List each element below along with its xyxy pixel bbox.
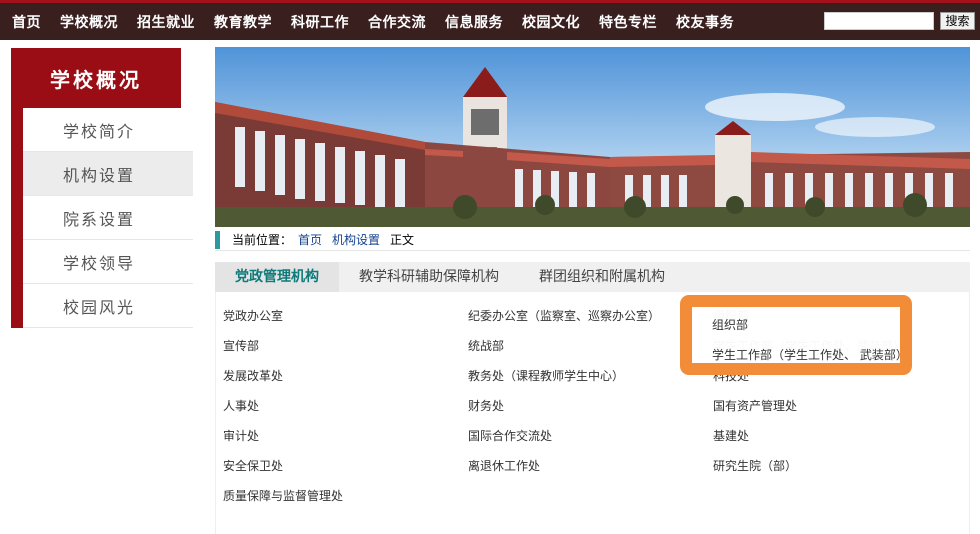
nav-item-home[interactable]: 首页 — [0, 12, 41, 32]
sidebar-menu: 学校简介 机构设置 院系设置 学校领导 校园风光 — [23, 108, 193, 328]
top-nav-bar: 首页 学校概况 招生就业 教育教学 科研工作 合作交流 信息服务 校园文化 特色… — [0, 0, 980, 40]
breadcrumb-marker — [215, 230, 220, 249]
unit-link[interactable]: 财务处 — [468, 396, 713, 426]
main-nav: 首页 学校概况 招生就业 教育教学 科研工作 合作交流 信息服务 校园文化 特色… — [0, 3, 741, 40]
unit-row: 安全保卫处 离退休工作处 研究生院（部） — [223, 456, 968, 486]
unit-link[interactable]: 审计处 — [223, 426, 468, 456]
unit-link[interactable] — [468, 486, 713, 516]
unit-link[interactable]: 基建处 — [713, 426, 958, 456]
sidebar-item-intro[interactable]: 学校简介 — [23, 108, 193, 152]
unit-link[interactable]: 发展改革处 — [223, 366, 468, 396]
nav-item-alumni[interactable]: 校友事务 — [664, 12, 734, 32]
tab-party-admin[interactable]: 党政管理机构 — [215, 262, 339, 292]
unit-link[interactable] — [713, 486, 958, 516]
sidebar-item-departments[interactable]: 院系设置 — [23, 196, 193, 240]
breadcrumb-link-organization[interactable]: 机构设置 — [332, 231, 380, 248]
nav-item-cooperation[interactable]: 合作交流 — [356, 12, 426, 32]
unit-link[interactable]: 安全保卫处 — [223, 456, 468, 486]
breadcrumb-label: 当前位置： — [232, 233, 293, 247]
breadcrumb-current: 正文 — [390, 233, 415, 247]
sidebar-item-organization[interactable]: 机构设置 — [23, 152, 193, 196]
category-tabs: 党政管理机构 教学科研辅助保障机构 群团组织和附属机构 — [215, 262, 970, 292]
sidebar-item-leadership[interactable]: 学校领导 — [23, 240, 193, 284]
unit-link[interactable]: 纪委办公室（监察室、巡察办公室） — [468, 306, 713, 336]
nav-item-admissions[interactable]: 招生就业 — [125, 12, 195, 32]
unit-link[interactable]: 质量保障与监督管理处 — [223, 486, 468, 516]
unit-link[interactable]: 国际合作交流处 — [468, 426, 713, 456]
unit-link[interactable]: 统战部 — [468, 336, 713, 366]
highlight-content: 组织部 学生工作部（学生工作处、 武装部） — [712, 315, 908, 375]
unit-link[interactable]: 离退休工作处 — [468, 456, 713, 486]
breadcrumb: 当前位置： 首页 机构设置 正文 — [215, 229, 970, 251]
nav-item-info-services[interactable]: 信息服务 — [433, 12, 503, 32]
unit-row: 质量保障与监督管理处 — [223, 486, 968, 516]
unit-link[interactable]: 国有资产管理处 — [713, 396, 958, 426]
orange-highlight-box: 组织部 学生工作部（学生工作处、 武装部） — [680, 295, 912, 375]
nav-item-research[interactable]: 科研工作 — [279, 12, 349, 32]
nav-item-special-column[interactable]: 特色专栏 — [587, 12, 657, 32]
unit-row: 审计处 国际合作交流处 基建处 — [223, 426, 968, 456]
unit-row: 人事处 财务处 国有资产管理处 — [223, 396, 968, 426]
sidebar-title: 学校概况 — [11, 48, 181, 108]
tab-mass-organizations[interactable]: 群团组织和附属机构 — [519, 262, 685, 292]
nav-item-campus-culture[interactable]: 校园文化 — [510, 12, 580, 32]
highlight-item-student-affairs[interactable]: 学生工作部（学生工作处、 武装部） — [712, 345, 908, 375]
search-input[interactable] — [824, 12, 934, 30]
campus-banner-image — [215, 47, 970, 227]
nav-item-education[interactable]: 教育教学 — [202, 12, 272, 32]
sidebar-item-campus-scenery[interactable]: 校园风光 — [23, 284, 193, 328]
unit-link[interactable]: 教务处（课程教师学生中心） — [468, 366, 713, 396]
tab-teaching-support[interactable]: 教学科研辅助保障机构 — [339, 262, 519, 292]
breadcrumb-link-home[interactable]: 首页 — [298, 231, 322, 248]
nav-item-school-overview[interactable]: 学校概况 — [48, 12, 118, 32]
unit-link[interactable]: 研究生院（部） — [713, 456, 958, 486]
unit-link[interactable]: 人事处 — [223, 396, 468, 426]
highlight-item-organization-dept[interactable]: 组织部 — [712, 315, 908, 345]
search-button[interactable]: 搜索 — [940, 12, 975, 30]
unit-link[interactable]: 宣传部 — [223, 336, 468, 366]
unit-link[interactable]: 党政办公室 — [223, 306, 468, 336]
